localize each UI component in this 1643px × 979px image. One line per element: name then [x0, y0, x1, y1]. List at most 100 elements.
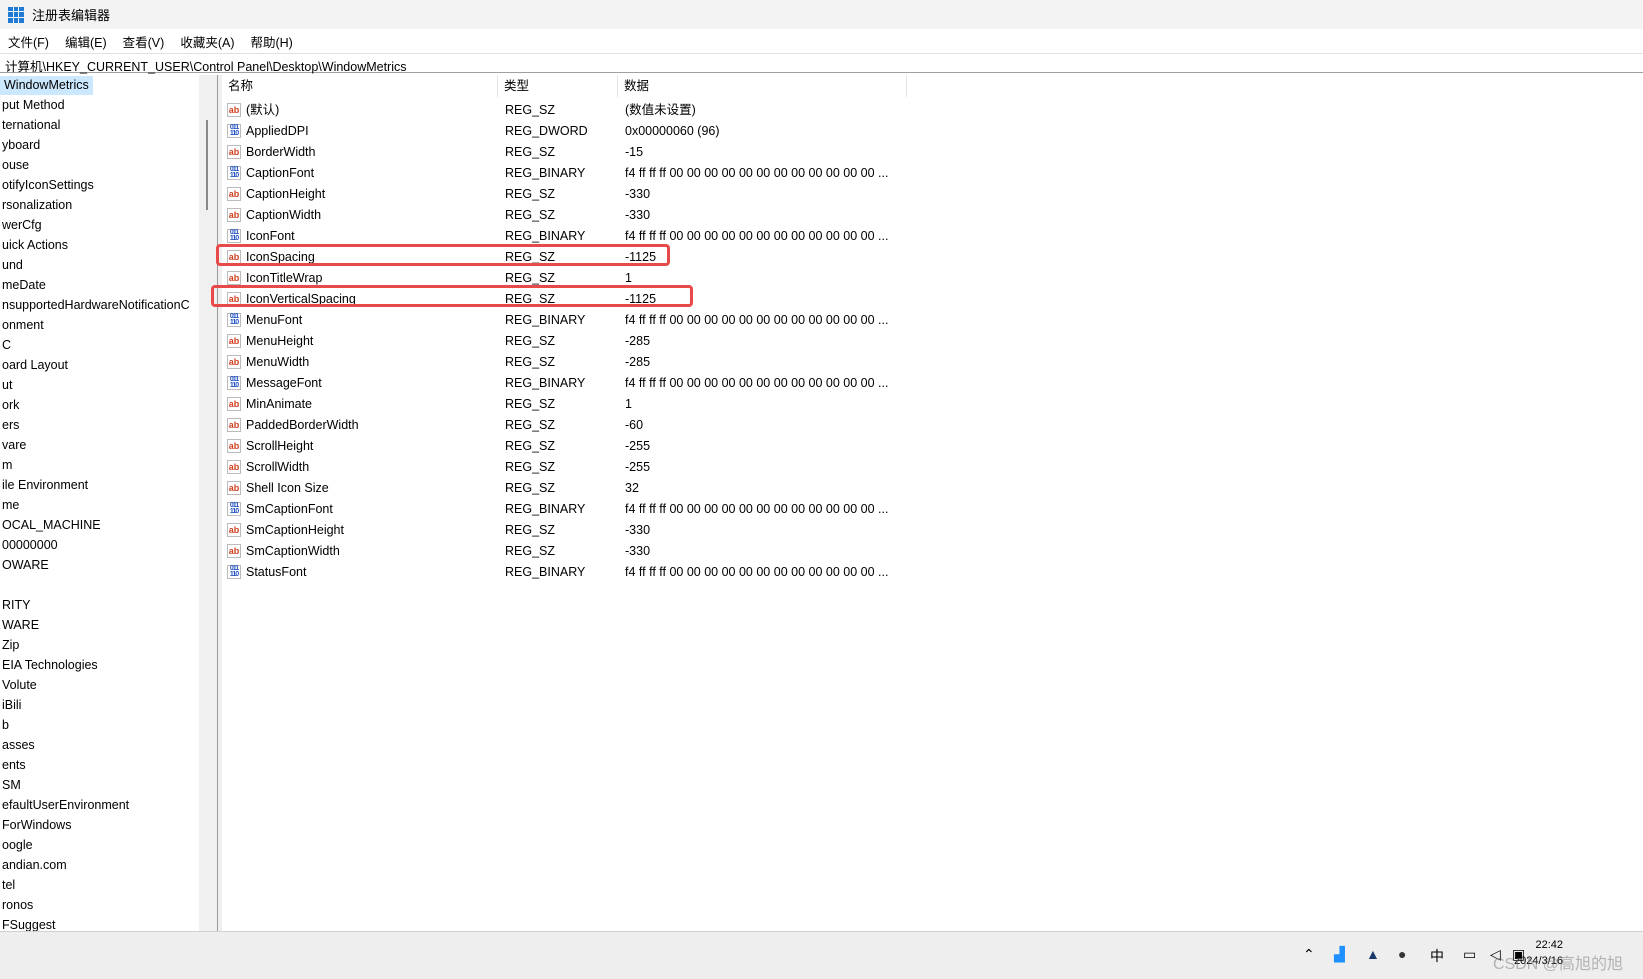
- tree-node[interactable]: oard Layout: [0, 356, 68, 375]
- app-tray-icon[interactable]: ▟: [1334, 946, 1345, 963]
- scrollbar-thumb[interactable]: [206, 120, 208, 210]
- chevron-up-icon[interactable]: ⌃: [1303, 946, 1315, 963]
- value-type: REG_BINARY: [505, 376, 586, 390]
- tree-node[interactable]: asses: [0, 736, 35, 755]
- value-type: REG_BINARY: [505, 502, 586, 516]
- value-data: 1: [625, 397, 632, 411]
- tree-node[interactable]: andian.com: [0, 856, 67, 875]
- tree-node[interactable]: und: [0, 256, 23, 275]
- tree-node[interactable]: SM: [0, 776, 21, 795]
- column-header-data[interactable]: 数据: [618, 75, 907, 97]
- tree-node[interactable]: ut: [0, 376, 12, 395]
- tree-node[interactable]: ers: [0, 416, 19, 435]
- value-row[interactable]: ab CaptionHeight REG_SZ -330: [222, 184, 1122, 205]
- tree-node[interactable]: ork: [0, 396, 19, 415]
- tree-node[interactable]: ronos: [0, 896, 33, 915]
- tree-node[interactable]: oogle: [0, 836, 33, 855]
- tree-node[interactable]: C: [0, 336, 11, 355]
- circle-app-icon[interactable]: ●: [1398, 946, 1406, 962]
- tree-node[interactable]: efaultUserEnvironment: [0, 796, 129, 815]
- value-row[interactable]: 011 110 CaptionFont REG_BINARY f4 ff ff f…: [222, 163, 1122, 184]
- menu-item-4[interactable]: 帮助(H): [242, 32, 300, 51]
- tree-node[interactable]: b: [0, 716, 9, 735]
- tree-node[interactable]: ouse: [0, 156, 29, 175]
- value-row[interactable]: ab SmCaptionWidth REG_SZ -330: [222, 541, 1122, 562]
- tree-node[interactable]: put Method: [0, 96, 65, 115]
- highlight-box-iconverticalspacing: [211, 285, 693, 307]
- value-row[interactable]: ab CaptionWidth REG_SZ -330: [222, 205, 1122, 226]
- value-data: f4 ff ff ff 00 00 00 00 00 00 00 00 00 0…: [625, 565, 889, 579]
- value-row[interactable]: 011 110 MenuFont REG_BINARY f4 ff ff ff 0…: [222, 310, 1122, 331]
- tree-node[interactable]: ile Environment: [0, 476, 88, 495]
- tree-node[interactable]: ternational: [0, 116, 60, 135]
- window-title: 注册表编辑器: [32, 8, 111, 23]
- value-name: BorderWidth: [246, 145, 316, 159]
- value-name: ScrollWidth: [246, 460, 310, 474]
- value-data: -255: [625, 439, 651, 453]
- value-data: 0x00000060 (96): [625, 124, 720, 138]
- tree-node[interactable]: WindowMetrics: [0, 76, 93, 95]
- value-row[interactable]: ab BorderWidth REG_SZ -15: [222, 142, 1122, 163]
- network-icon[interactable]: ▭: [1463, 946, 1476, 963]
- tree-node[interactable]: RITY: [0, 596, 30, 615]
- value-type: REG_BINARY: [505, 565, 586, 579]
- tree-node[interactable]: OCAL_MACHINE: [0, 516, 101, 535]
- value-row[interactable]: ab MenuWidth REG_SZ -285: [222, 352, 1122, 373]
- value-row[interactable]: ab SmCaptionHeight REG_SZ -330: [222, 520, 1122, 541]
- tree-node[interactable]: otifyIconSettings: [0, 176, 94, 195]
- value-type: REG_BINARY: [505, 313, 586, 327]
- tree-node[interactable]: iBili: [0, 696, 21, 715]
- tree-node[interactable]: nsupportedHardwareNotificationC: [0, 296, 190, 315]
- menu-item-0[interactable]: 文件(F): [0, 32, 57, 51]
- tree-node[interactable]: ents: [0, 756, 26, 775]
- value-row[interactable]: ab ScrollHeight REG_SZ -255: [222, 436, 1122, 457]
- address-bar[interactable]: 计算机\HKEY_CURRENT_USER\Control Panel\Desk…: [0, 53, 1643, 74]
- tree-node[interactable]: OWARE: [0, 556, 49, 575]
- value-name: ScrollHeight: [246, 439, 314, 453]
- ime-indicator[interactable]: 中: [1430, 946, 1444, 966]
- value-data: -330: [625, 523, 651, 537]
- tree-node[interactable]: tel: [0, 876, 15, 895]
- tree-node[interactable]: rsonalization: [0, 196, 72, 215]
- value-row[interactable]: ab Shell Icon Size REG_SZ 32: [222, 478, 1122, 499]
- tree-node[interactable]: uick Actions: [0, 236, 68, 255]
- value-row[interactable]: ab MenuHeight REG_SZ -285: [222, 331, 1122, 352]
- value-type: REG_SZ: [505, 103, 556, 117]
- tree-node[interactable]: FSuggest: [0, 916, 56, 931]
- value-row[interactable]: ab PaddedBorderWidth REG_SZ -60: [222, 415, 1122, 436]
- tree-node[interactable]: werCfg: [0, 216, 42, 235]
- cat-icon[interactable]: ▲: [1366, 946, 1380, 962]
- tree-node[interactable]: WARE: [0, 616, 39, 635]
- value-row[interactable]: 011 110 AppliedDPI REG_DWORD 0x00000060 (…: [222, 121, 1122, 142]
- column-header-type[interactable]: 类型: [498, 75, 618, 97]
- value-row[interactable]: ab MinAnimate REG_SZ 1: [222, 394, 1122, 415]
- menu-item-1[interactable]: 编辑(E): [57, 32, 115, 51]
- tree-node[interactable]: m: [0, 456, 12, 475]
- tree-scrollbar[interactable]: [199, 75, 217, 931]
- tree-node[interactable]: me: [0, 496, 19, 515]
- value-name: PaddedBorderWidth: [246, 418, 359, 432]
- value-row[interactable]: 011 110 SmCaptionFont REG_BINARY f4 ff ff…: [222, 499, 1122, 520]
- tree-node[interactable]: meDate: [0, 276, 46, 295]
- column-header-name[interactable]: 名称: [222, 75, 498, 97]
- menu-item-3[interactable]: 收藏夹(A): [172, 32, 242, 51]
- value-name: SmCaptionFont: [246, 502, 333, 516]
- tree-node[interactable]: 00000000: [0, 536, 58, 555]
- tree-node[interactable]: [0, 576, 2, 595]
- value-data: (数值未设置): [625, 103, 696, 117]
- value-name: SmCaptionWidth: [246, 544, 340, 558]
- tree-node[interactable]: Zip: [0, 636, 19, 655]
- tree-node[interactable]: vare: [0, 436, 26, 455]
- tree-node[interactable]: yboard: [0, 136, 40, 155]
- tree-node[interactable]: EIA Technologies: [0, 656, 98, 675]
- tree-node[interactable]: Volute: [0, 676, 37, 695]
- value-row[interactable]: ab (默认) REG_SZ (数值未设置): [222, 100, 1122, 121]
- value-type: REG_SZ: [505, 544, 556, 558]
- tree-node[interactable]: ForWindows: [0, 816, 71, 835]
- value-row[interactable]: 011 110 StatusFont REG_BINARY f4 ff ff ff…: [222, 562, 1122, 583]
- value-row[interactable]: ab ScrollWidth REG_SZ -255: [222, 457, 1122, 478]
- menu-item-2[interactable]: 查看(V): [115, 32, 173, 51]
- value-row[interactable]: 011 110 MessageFont REG_BINARY f4 ff ff f…: [222, 373, 1122, 394]
- tree-node[interactable]: onment: [0, 316, 44, 335]
- binary-value-icon: 011 110: [227, 124, 241, 138]
